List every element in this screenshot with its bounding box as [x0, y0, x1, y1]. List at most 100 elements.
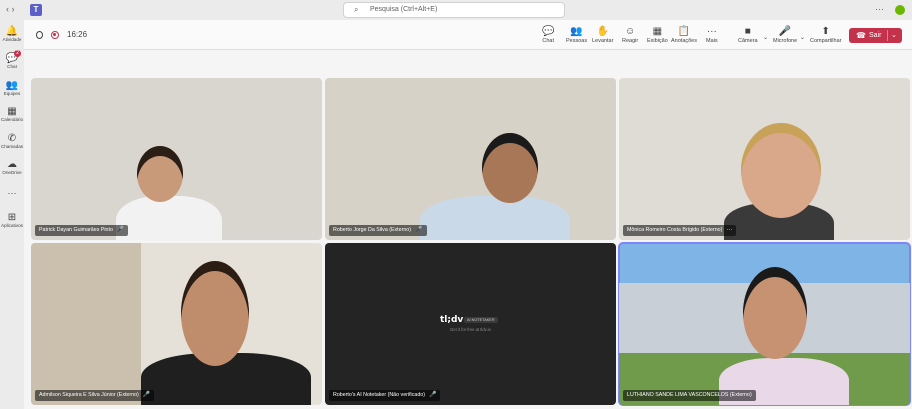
- participant-tile[interactable]: Mônica Romeiro Costa Brígido (Externo) ··…: [619, 78, 910, 240]
- participant-name-tag: Mônica Romeiro Costa Brígido (Externo) ··…: [623, 225, 737, 236]
- participant-tile[interactable]: Admilson Siqueira E Silva Júnior (Extern…: [31, 243, 322, 405]
- rail-item-apps[interactable]: ⊞ Aplicativos: [0, 212, 24, 228]
- phone-icon: ✆: [7, 133, 17, 144]
- share-button[interactable]: ⬆ Compartilhar: [810, 26, 841, 44]
- chat-button[interactable]: 💬 Chat: [542, 26, 554, 44]
- settings-more-icon[interactable]: ···: [875, 4, 884, 14]
- control-label: Câmera: [738, 38, 758, 44]
- clipboard-icon: 📋: [677, 26, 691, 37]
- notetaker-subtitle: Get it for free at tldv.io: [450, 327, 491, 332]
- leave-button[interactable]: ☎ Sair ⌄: [849, 28, 902, 43]
- rail-label: Aplicativos: [1, 223, 23, 228]
- camera-button[interactable]: ■ Câmera: [738, 26, 758, 44]
- search-input[interactable]: ⌕ Pesquisa (Ctrl+Alt+E): [343, 2, 565, 18]
- rail-label: OneDrive: [2, 170, 22, 175]
- meeting-timer: 16:26: [67, 30, 88, 39]
- divider: [887, 30, 888, 41]
- rail-label: Chamadas: [0, 144, 24, 149]
- share-icon: ⬆: [821, 26, 830, 37]
- notes-button[interactable]: 📋 Anotações: [671, 26, 697, 44]
- leave-label: Sair: [869, 32, 882, 39]
- teams-logo: T: [30, 4, 42, 16]
- recording-icon: [51, 30, 59, 39]
- participant-tile-active-speaker[interactable]: LUTHIANO SANDE LIMA VASCONCELOS (Externo…: [618, 242, 911, 406]
- participant-name-tag: LUTHIANO SANDE LIMA VASCONCELOS (Externo…: [623, 390, 756, 401]
- participant-name: Roberto's AI Notetaker (Não verificado): [333, 392, 425, 398]
- rail-item-teams[interactable]: 👥 Equipes: [0, 80, 24, 96]
- participant-video: [482, 133, 538, 203]
- teams-icon: 👥: [5, 80, 19, 91]
- people-button[interactable]: 👥 Pessoas: [566, 26, 587, 44]
- control-label: Chat: [542, 38, 555, 44]
- participant-tile[interactable]: tl;dv AI NOTETAKER Get it for free at tl…: [325, 243, 616, 405]
- participant-tile[interactable]: Roberto Jorge Da Silva (Externo) 🎤: [325, 78, 616, 240]
- participant-name-tag: Patrick Dayan Guimarães Pinto 🎤: [35, 225, 129, 236]
- participant-name: LUTHIANO SANDE LIMA VASCONCELOS (Externo…: [627, 392, 752, 398]
- microphone-icon: 🎤: [142, 392, 151, 398]
- participant-video: [181, 261, 249, 366]
- react-button[interactable]: ☺ Reagir: [622, 26, 638, 44]
- participant-video: [741, 123, 821, 218]
- rail-label: Equipes: [3, 91, 21, 96]
- microphone-icon: 🎤: [415, 227, 423, 233]
- rail-item-calendar[interactable]: ▦ Calendário: [0, 106, 24, 122]
- view-button[interactable]: ▦ Exibição: [647, 26, 668, 44]
- title-bar: ‹ › T ⌕ Pesquisa (Ctrl+Alt+E) ···: [0, 0, 912, 20]
- rail-label: Atividade: [2, 37, 22, 42]
- app-rail: 🔔 Atividade 💬 2 Chat 👥 Equipes ▦ Calendá…: [0, 20, 24, 409]
- control-label: Reagir: [622, 38, 639, 44]
- microphone-button[interactable]: 🎤 Microfone: [773, 26, 797, 44]
- bookshelf: [31, 243, 141, 405]
- microphone-icon: 🎤: [428, 392, 437, 398]
- control-label: Microfone: [773, 38, 798, 44]
- microphone-icon: 🎤: [778, 26, 792, 37]
- control-label: Compartilhar: [810, 38, 842, 44]
- more-icon: ···: [706, 26, 717, 37]
- raise-hand-button[interactable]: ✋ Levantar: [592, 26, 613, 44]
- search-icon: ⌕: [354, 5, 359, 14]
- chat-icon: 💬: [542, 26, 555, 37]
- control-label: Exibição: [647, 38, 668, 44]
- bell-icon: 🔔: [5, 26, 19, 37]
- participant-name-tag: Roberto Jorge Da Silva (Externo) 🎤: [329, 225, 427, 236]
- hand-icon: ✋: [596, 26, 609, 37]
- participant-video: [116, 196, 222, 240]
- video-gallery: Patrick Dayan Guimarães Pinto 🎤 Roberto J…: [24, 51, 912, 409]
- hang-up-icon: ☎: [856, 31, 866, 40]
- control-label: Pessoas: [566, 38, 588, 44]
- meeting-toolbar: 16:26 💬 Chat 👥 Pessoas ✋ Levantar ☺ Reag…: [24, 20, 912, 50]
- participant-video: [743, 267, 807, 359]
- notification-badge: 2: [14, 50, 21, 57]
- shield-icon[interactable]: [36, 30, 43, 39]
- rail-item-calls[interactable]: ✆ Chamadas: [0, 133, 24, 149]
- more-button[interactable]: ··· Mais: [706, 26, 718, 44]
- back-forward-icon[interactable]: ‹ ›: [6, 4, 15, 14]
- participant-name: Patrick Dayan Guimarães Pinto: [39, 227, 113, 233]
- avatar[interactable]: [895, 5, 905, 15]
- more-options-icon[interactable]: ···: [726, 227, 732, 233]
- people-icon: 👥: [570, 26, 583, 37]
- control-label: Mais: [706, 38, 718, 44]
- participant-video: [420, 196, 570, 240]
- participant-tile[interactable]: Patrick Dayan Guimarães Pinto 🎤: [31, 78, 322, 240]
- search-placeholder: Pesquisa (Ctrl+Alt+E): [370, 6, 438, 13]
- microphone-options-chevron-icon[interactable]: ⌄: [800, 34, 805, 41]
- rail-label: Chat: [7, 64, 17, 69]
- rail-item-activity[interactable]: 🔔 Atividade: [0, 26, 24, 42]
- microphone-icon: 🎤: [116, 227, 125, 233]
- chevron-down-icon[interactable]: ⌄: [891, 28, 897, 43]
- more-icon: ···: [7, 188, 17, 198]
- rail-item-chat[interactable]: 💬 2 Chat: [0, 50, 24, 69]
- participant-name-tag: Admilson Siqueira E Silva Júnior (Extern…: [35, 390, 155, 401]
- control-label: Anotações: [671, 38, 697, 44]
- rail-item-onedrive[interactable]: ☁ OneDrive: [0, 159, 24, 175]
- cloud-icon: ☁: [7, 159, 17, 170]
- calendar-icon: ▦: [7, 106, 17, 117]
- rail-item-more[interactable]: ···: [0, 188, 24, 198]
- camera-options-chevron-icon[interactable]: ⌄: [763, 34, 768, 41]
- participant-name-tag: Roberto's AI Notetaker (Não verificado) 🎤: [329, 390, 441, 401]
- grid-icon: ▦: [652, 26, 663, 37]
- camera-icon: ■: [744, 26, 751, 37]
- tldv-logo: tl;dv: [440, 315, 464, 325]
- participant-video: [137, 146, 183, 202]
